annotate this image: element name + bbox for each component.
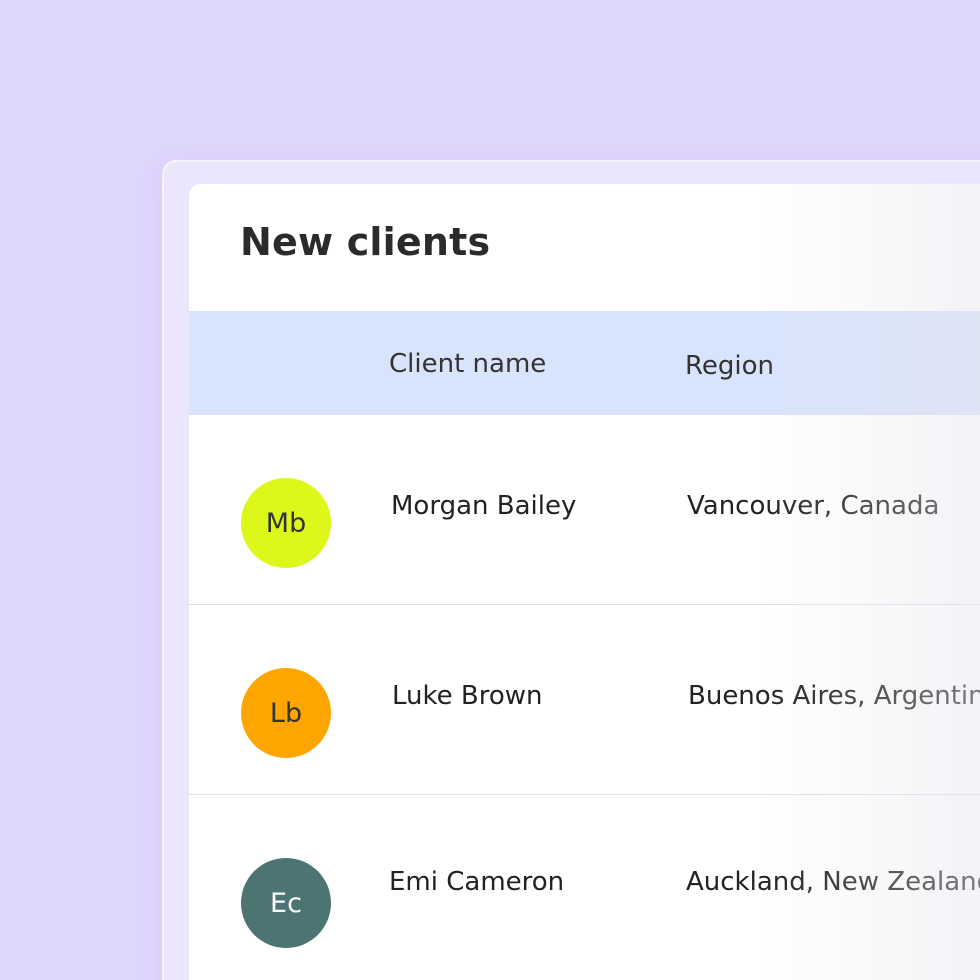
- avatar-initials: Ec: [270, 887, 302, 919]
- column-header-region[interactable]: Region: [685, 351, 774, 381]
- region-cell: Vancouver, Canada: [687, 491, 940, 521]
- table-row[interactable]: Ec Emi Cameron Auckland, New Zealand: [189, 795, 980, 980]
- table-row[interactable]: Lb Luke Brown Buenos Aires, Argentina: [189, 605, 980, 795]
- table-header: Client name Region: [189, 311, 980, 415]
- avatar-initials: Lb: [269, 697, 303, 729]
- table-row[interactable]: Mb Morgan Bailey Vancouver, Canada: [189, 415, 980, 605]
- avatar: Ec: [241, 858, 331, 948]
- client-name-cell: Luke Brown: [392, 681, 543, 711]
- column-header-client-name[interactable]: Client name: [389, 349, 546, 379]
- region-cell: Auckland, New Zealand: [686, 867, 980, 897]
- client-name-cell: Morgan Bailey: [391, 491, 577, 521]
- avatar: Lb: [241, 668, 331, 758]
- client-name-cell: Emi Cameron: [389, 867, 565, 897]
- region-cell: Buenos Aires, Argentina: [688, 681, 980, 711]
- avatar: Mb: [241, 478, 331, 568]
- page-title: New clients: [240, 220, 491, 264]
- avatar-initials: Mb: [265, 507, 307, 539]
- clients-card: New clients Client name Region Mb Morgan…: [189, 184, 980, 980]
